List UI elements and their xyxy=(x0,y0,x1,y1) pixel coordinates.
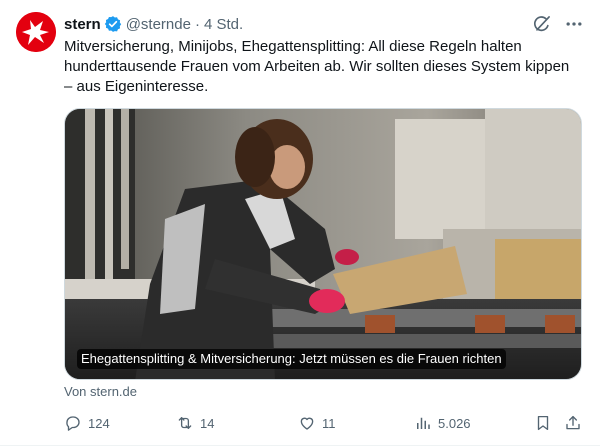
grok-icon[interactable] xyxy=(532,14,552,34)
link-card[interactable]: Ehegattensplitting & Mitversicherung: Je… xyxy=(64,108,582,380)
views-chart-icon xyxy=(417,417,430,429)
reply-button[interactable]: 124 xyxy=(64,414,110,432)
bookmark-icon xyxy=(537,415,549,431)
reply-icon xyxy=(66,416,80,431)
bookmark-button[interactable] xyxy=(534,414,552,432)
author-handle[interactable]: @sternde xyxy=(126,16,191,33)
heart-icon xyxy=(300,417,314,430)
card-image xyxy=(65,109,581,379)
like-count: 11 xyxy=(322,415,336,431)
tweet-text: Mitversicherung, Minijobs, Ehegattenspli… xyxy=(64,38,570,95)
repost-icon xyxy=(178,417,192,429)
share-icon xyxy=(566,415,580,430)
tweet-header: stern @sternde · 4 Std. xyxy=(64,14,243,34)
reply-count: 124 xyxy=(88,415,110,431)
share-button[interactable] xyxy=(564,414,582,432)
tweet-top-actions xyxy=(532,14,584,34)
repost-count: 14 xyxy=(200,415,215,431)
timestamp[interactable]: 4 Std. xyxy=(204,16,243,33)
more-options-icon[interactable] xyxy=(564,14,584,34)
separator-dot: · xyxy=(194,15,200,33)
stern-logo-icon xyxy=(16,12,56,52)
avatar[interactable] xyxy=(16,12,56,52)
verified-badge-icon[interactable] xyxy=(104,15,122,33)
views-button[interactable]: 5.026 xyxy=(414,414,471,432)
tweet-actions: 124 14 11 5.026 xyxy=(64,414,584,434)
tweet[interactable]: stern @sternde · 4 Std. Mitversicherung,… xyxy=(0,0,600,446)
views-count: 5.026 xyxy=(438,415,471,431)
like-button[interactable]: 11 xyxy=(298,414,336,432)
card-caption[interactable]: Ehegattensplitting & Mitversicherung: Je… xyxy=(77,349,506,369)
repost-button[interactable]: 14 xyxy=(176,414,214,432)
author-name[interactable]: stern xyxy=(64,16,101,33)
card-source[interactable]: Von stern.de xyxy=(64,384,137,399)
